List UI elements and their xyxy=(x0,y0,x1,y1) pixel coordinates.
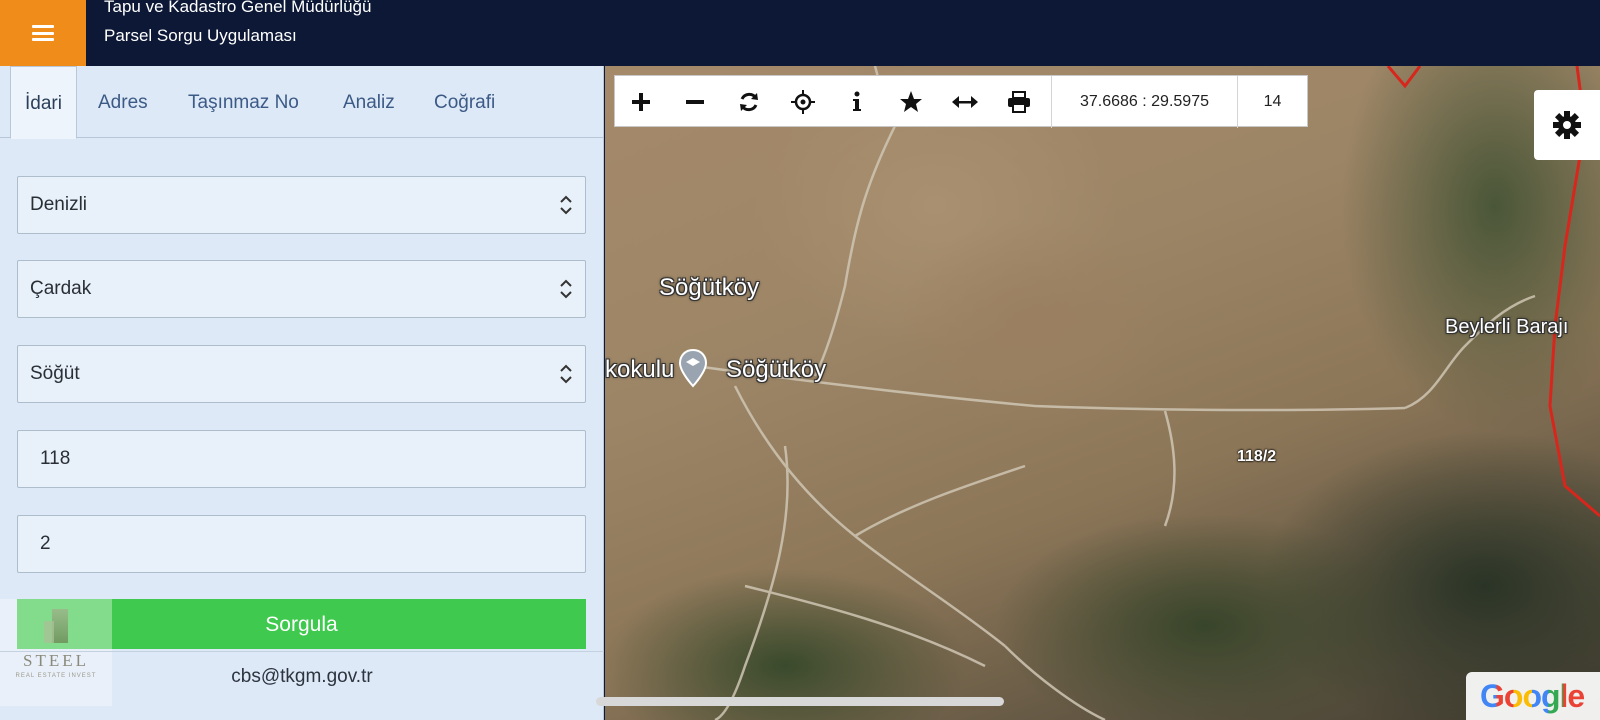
zoom-in-button[interactable] xyxy=(615,76,667,128)
star-icon xyxy=(900,91,922,112)
refresh-icon xyxy=(740,92,758,112)
google-logo-text: Google xyxy=(1480,678,1585,714)
print-icon xyxy=(1008,91,1030,113)
query-panel: İdari Adres Taşınmaz No Analiz Coğrafi D… xyxy=(0,66,604,720)
tab-tasinmaz-no[interactable]: Taşınmaz No xyxy=(188,66,299,138)
tab-idari[interactable]: İdari xyxy=(10,66,77,139)
zoom-level: 14 xyxy=(1237,76,1307,128)
map-label-school: kokulu xyxy=(605,356,675,383)
map-label-dam: Beylerli Barajı xyxy=(1445,316,1569,338)
app-subtitle: Parsel Sorgu Uygulaması xyxy=(104,26,297,45)
tab-analiz[interactable]: Analiz xyxy=(343,66,395,138)
settings-button[interactable] xyxy=(1534,90,1600,160)
app-title: Tapu ve Kadastro Genel Müdürlüğü xyxy=(104,0,372,16)
contact-email: cbs@tkgm.gov.tr xyxy=(231,666,373,687)
menu-button[interactable] xyxy=(0,0,86,66)
locate-button[interactable] xyxy=(777,76,829,128)
district-select[interactable]: Çardak xyxy=(17,260,586,318)
zoom-out-button[interactable] xyxy=(669,76,721,128)
map-roads xyxy=(694,66,1600,720)
province-value: Denizli xyxy=(30,194,88,215)
coordinate-readout: 37.6686 : 29.5975 xyxy=(1051,76,1237,128)
select-chevron-icon xyxy=(560,279,572,299)
measure-button[interactable] xyxy=(939,76,991,128)
parcel-label[interactable]: 118/2 xyxy=(1237,448,1276,466)
tab-bar: İdari Adres Taşınmaz No Analiz Coğrafi xyxy=(0,66,604,139)
map-label-village-top: Söğütköy xyxy=(659,274,760,301)
hamburger-icon xyxy=(32,25,54,41)
divider xyxy=(0,651,604,652)
plus-icon xyxy=(632,93,650,111)
select-chevron-icon xyxy=(560,364,572,384)
gear-icon xyxy=(1553,111,1581,139)
map-label-village-center: Söğütköy xyxy=(726,356,827,383)
tab-adres[interactable]: Adres xyxy=(98,66,148,138)
tab-cografi[interactable]: Coğrafi xyxy=(434,66,495,138)
info-icon xyxy=(853,91,861,111)
map-view[interactable]: emlakjet Söğütköy kokulu Söğütköy Beyler… xyxy=(605,66,1600,720)
map-toolbar: 37.6686 : 29.5975 14 xyxy=(614,75,1308,128)
measure-icon xyxy=(952,96,978,108)
google-attribution: Google xyxy=(1466,672,1600,720)
horizontal-scrollbar[interactable] xyxy=(596,697,1004,706)
app-header: Tapu ve Kadastro Genel Müdürlüğü Parsel … xyxy=(0,0,1600,66)
school-pin-icon[interactable] xyxy=(678,348,708,388)
select-chevron-icon xyxy=(560,195,572,215)
favorite-button[interactable] xyxy=(885,76,937,128)
province-select[interactable]: Denizli xyxy=(17,176,586,234)
neighborhood-value: Söğüt xyxy=(30,363,80,384)
block-no-input[interactable]: 118 xyxy=(17,430,586,488)
parcel-no-input[interactable]: 2 xyxy=(17,515,586,573)
district-value: Çardak xyxy=(30,278,92,299)
print-button[interactable] xyxy=(993,76,1045,128)
info-button[interactable] xyxy=(831,76,883,128)
neighborhood-select[interactable]: Söğüt xyxy=(17,345,586,403)
minus-icon xyxy=(686,100,704,104)
refresh-button[interactable] xyxy=(723,76,775,128)
locate-icon xyxy=(791,90,815,114)
